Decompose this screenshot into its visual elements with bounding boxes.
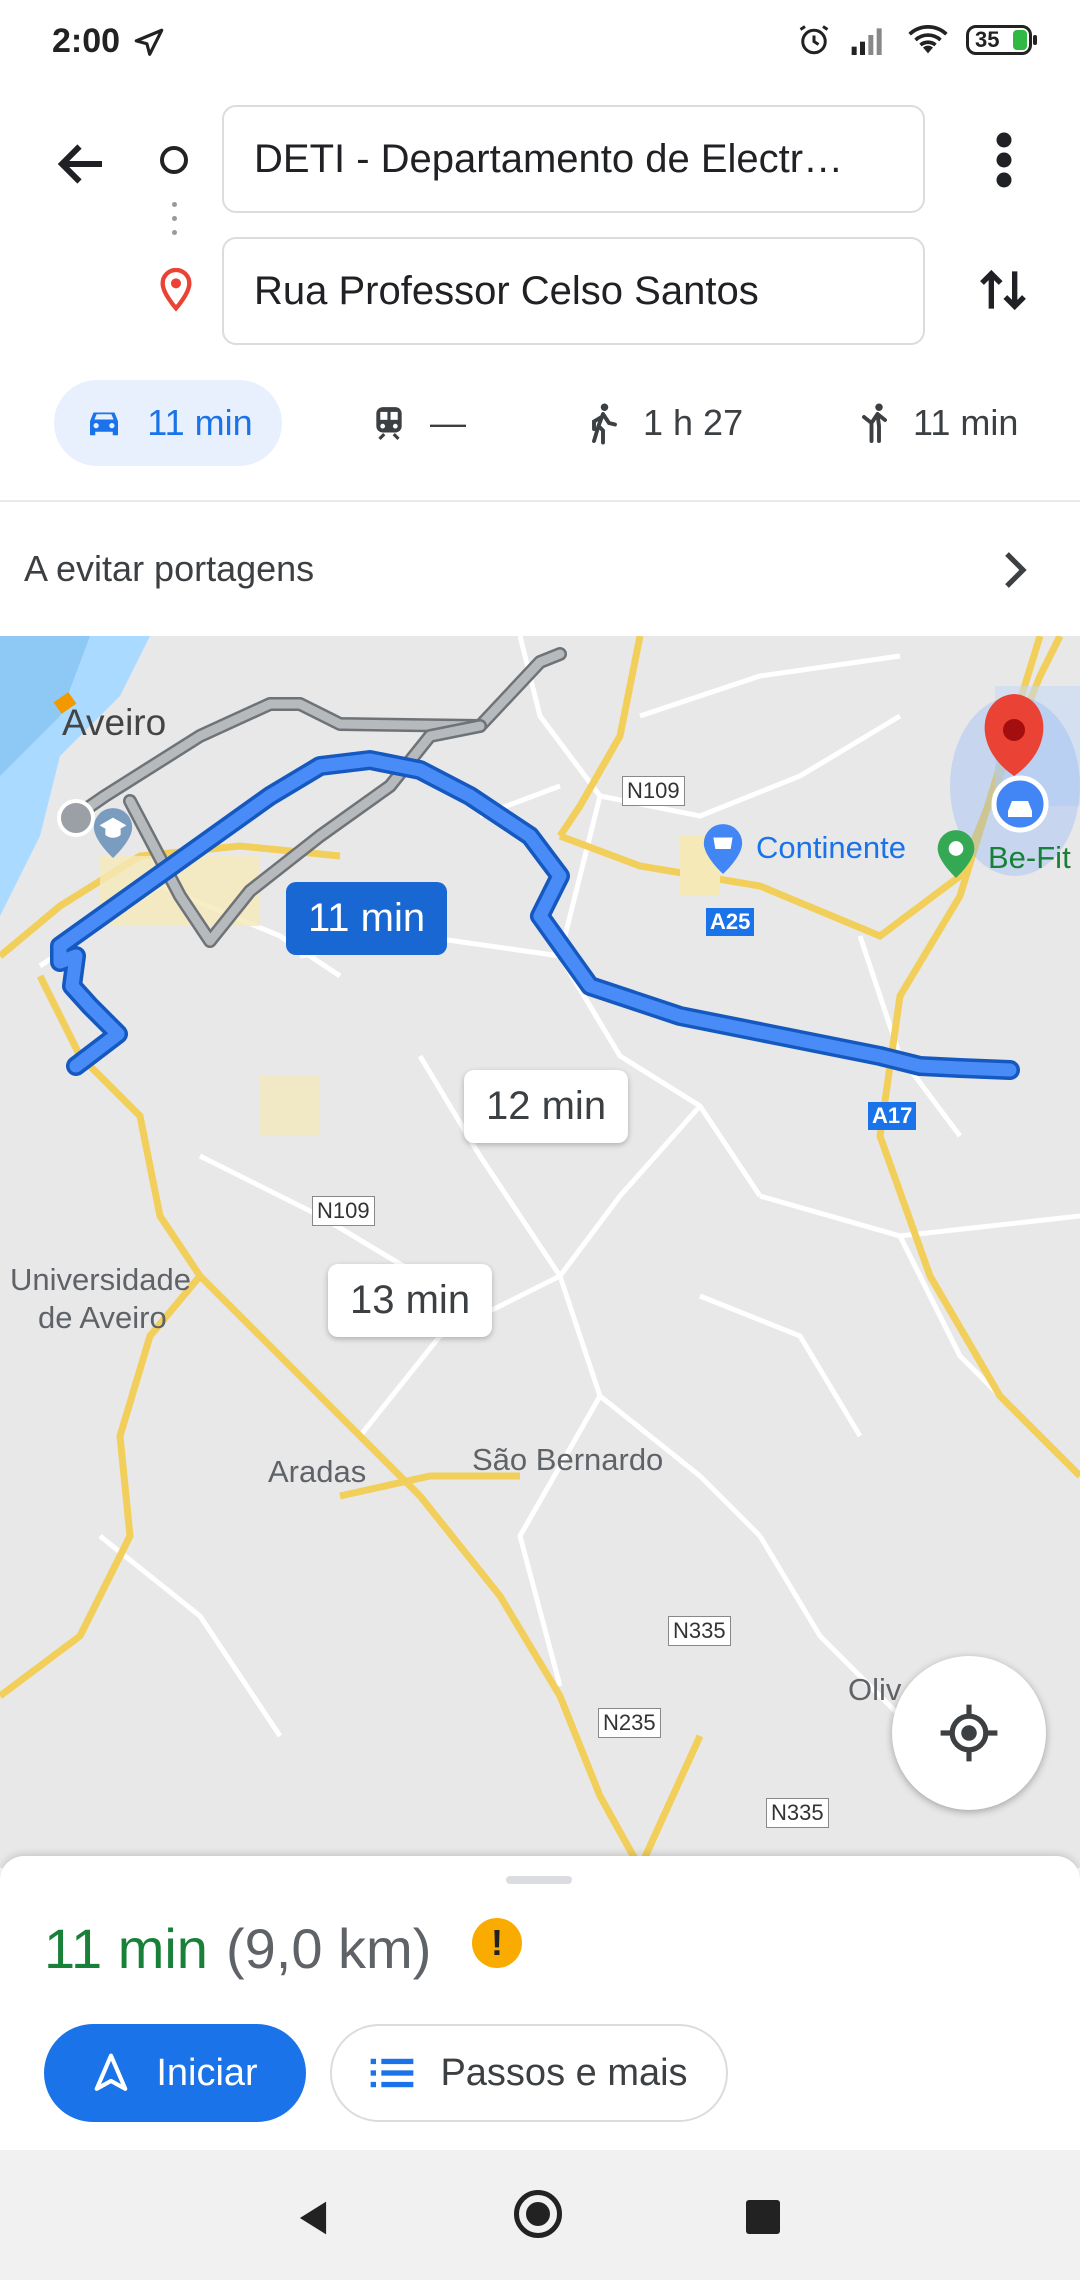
route-dots bbox=[172, 202, 178, 244]
shopping-icon[interactable] bbox=[700, 822, 746, 881]
map-view[interactable]: Aveiro Universidade de Aveiro Aradas São… bbox=[0, 636, 1080, 1868]
road-n335-a: N335 bbox=[668, 1616, 731, 1646]
start-navigation-button[interactable]: Iniciar bbox=[44, 2024, 306, 2122]
route-options-label[interactable]: A evitar portagens bbox=[24, 548, 314, 590]
place-universidade-2: de Aveiro bbox=[38, 1300, 167, 1335]
battery-icon: 35 bbox=[966, 25, 1037, 55]
poi-continente[interactable]: Continente bbox=[756, 830, 906, 866]
tab-ride[interactable]: 11 min bbox=[855, 380, 1018, 466]
poi-befit[interactable]: Be-Fit bbox=[988, 840, 1071, 876]
location-arrow-icon bbox=[132, 26, 166, 65]
place-sao-bernardo: São Bernardo bbox=[472, 1442, 664, 1477]
navigation-arrow-icon bbox=[95, 2053, 128, 2091]
road-n109-top: N109 bbox=[622, 776, 685, 806]
more-options-button[interactable] bbox=[990, 130, 1018, 195]
ride-hailing-icon bbox=[862, 403, 887, 443]
my-location-button[interactable] bbox=[892, 1656, 1046, 1810]
route-label-alt1[interactable]: 12 min bbox=[464, 1070, 629, 1143]
start-label: Iniciar bbox=[156, 2051, 258, 2094]
tab-walking-label: 1 h 27 bbox=[643, 402, 744, 443]
swap-button[interactable] bbox=[975, 260, 1031, 325]
origin-field[interactable]: DETI - Departamento de Electr… bbox=[222, 105, 925, 213]
walk-icon bbox=[592, 403, 617, 445]
warning-icon[interactable]: ! bbox=[472, 1918, 522, 1968]
eta-text: 11 min bbox=[44, 1917, 208, 1980]
place-universidade: Universidade bbox=[10, 1262, 191, 1297]
tab-driving[interactable]: 11 min bbox=[54, 380, 282, 466]
origin-circle-icon bbox=[160, 146, 188, 174]
tab-walking[interactable]: 1 h 27 bbox=[585, 380, 743, 466]
university-icon[interactable] bbox=[90, 806, 136, 865]
place-aradas: Aradas bbox=[268, 1454, 367, 1489]
road-a25: A25 bbox=[706, 908, 755, 936]
status-icons: 35 bbox=[796, 22, 1037, 58]
status-bar: 2:00 35 bbox=[0, 0, 1080, 90]
divider bbox=[0, 500, 1080, 502]
tab-transit[interactable]: — bbox=[370, 380, 466, 466]
nav-home-icon[interactable] bbox=[514, 2190, 562, 2238]
fitness-icon[interactable] bbox=[934, 828, 978, 885]
distance-text: (9,0 km) bbox=[226, 1917, 432, 1980]
swap-vert-icon bbox=[980, 269, 1026, 311]
battery-level: 35 bbox=[975, 27, 1000, 52]
chevron-right-icon[interactable] bbox=[1000, 550, 1030, 595]
road-n235: N235 bbox=[598, 1708, 661, 1738]
road-a17: A17 bbox=[868, 1102, 917, 1130]
tab-driving-label: 11 min bbox=[147, 402, 253, 443]
destination-pin-icon bbox=[156, 267, 196, 317]
tab-transit-label: — bbox=[430, 402, 466, 443]
route-label-selected[interactable]: 11 min bbox=[286, 882, 448, 955]
system-nav-bar bbox=[0, 2150, 1080, 2280]
tab-ride-label: 11 min bbox=[913, 402, 1019, 443]
steps-button[interactable]: Passos e mais bbox=[330, 2024, 728, 2122]
status-time: 2:00 bbox=[52, 22, 121, 60]
nav-recents-icon[interactable] bbox=[746, 2200, 780, 2234]
list-icon bbox=[371, 2058, 414, 2088]
road-n335-b: N335 bbox=[766, 1798, 829, 1828]
nav-back-icon[interactable] bbox=[296, 2200, 330, 2241]
drag-handle[interactable] bbox=[506, 1876, 572, 1884]
my-location-icon bbox=[940, 1704, 998, 1762]
wifi-icon bbox=[908, 25, 948, 54]
place-aveiro: Aveiro bbox=[62, 702, 167, 743]
signal-icon bbox=[851, 28, 882, 55]
steps-label: Passos e mais bbox=[440, 2051, 688, 2094]
route-summary-sheet: 11 min (9,0 km) ! Iniciar Passos e mais bbox=[0, 1856, 1080, 2150]
car-icon bbox=[90, 412, 119, 436]
road-n109-mid: N109 bbox=[312, 1196, 375, 1226]
train-icon bbox=[376, 407, 402, 440]
more-vert-icon bbox=[996, 132, 1012, 188]
destination-field[interactable]: Rua Professor Celso Santos bbox=[222, 237, 925, 345]
arrow-back-icon bbox=[57, 144, 102, 184]
route-label-alt2[interactable]: 13 min bbox=[328, 1264, 493, 1337]
back-button[interactable] bbox=[52, 134, 112, 194]
place-oliv: Oliv bbox=[848, 1672, 902, 1707]
alarm-icon bbox=[799, 25, 829, 55]
